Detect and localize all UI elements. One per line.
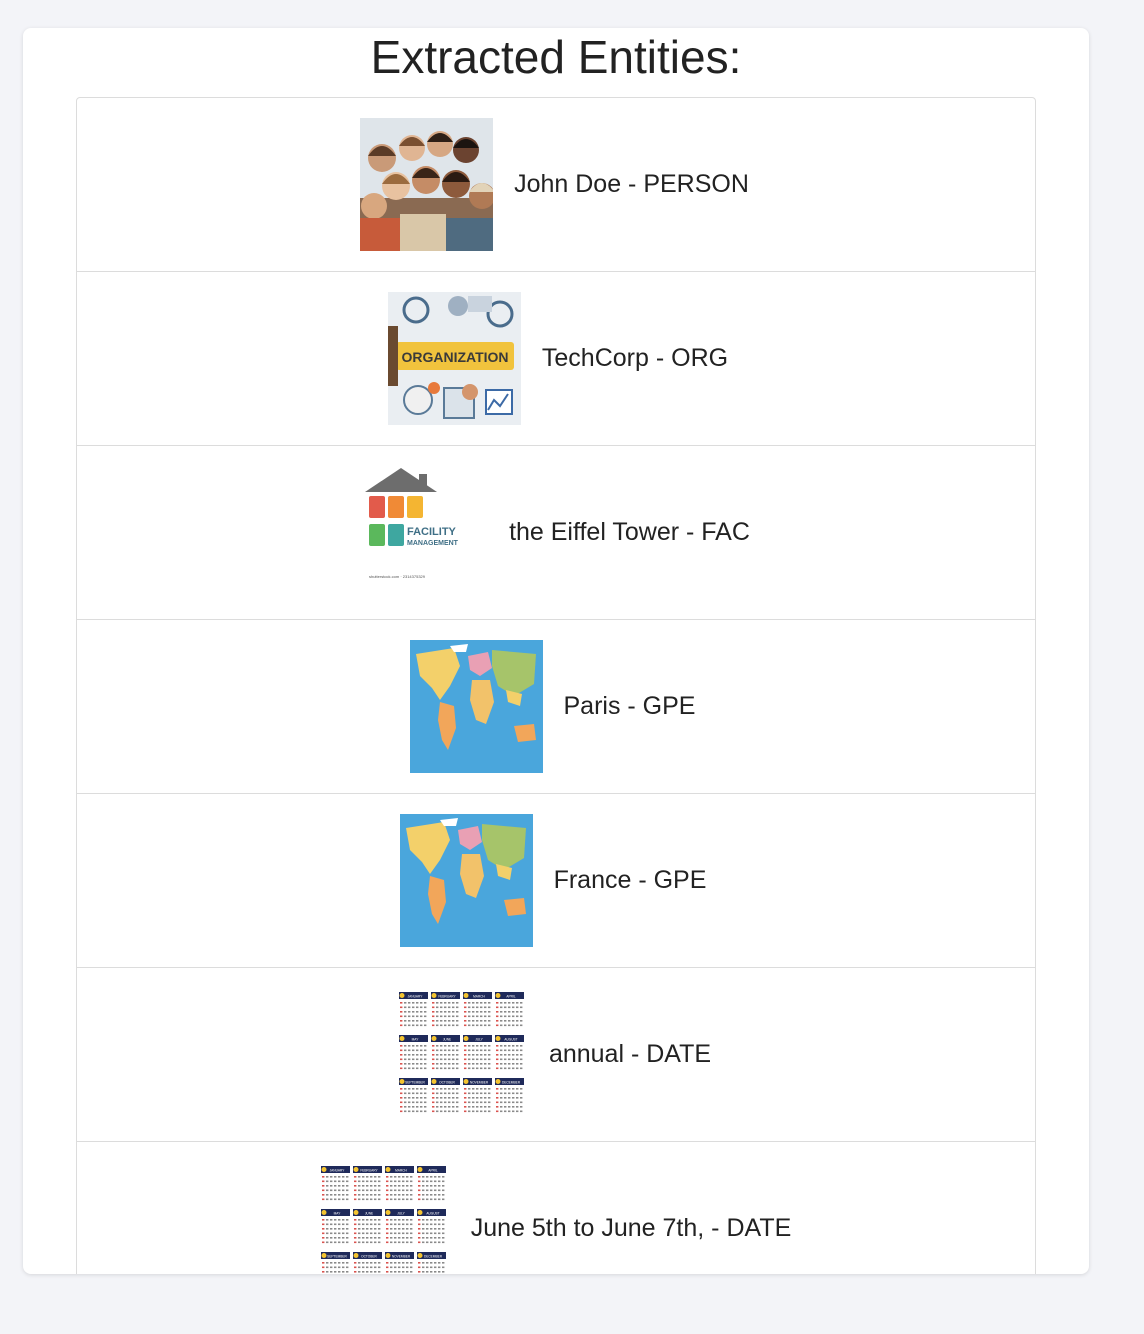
entities-card: Extracted Entities: John Doe - PERSON OR…: [23, 28, 1089, 1274]
page-title: Extracted Entities:: [370, 31, 742, 83]
facility-credit: shutterstock.com · 2314375329: [369, 574, 426, 579]
calendar-month-label: SEPTEMBER: [327, 1255, 347, 1259]
calendar-month-label: FEBRUARY: [360, 1169, 378, 1173]
list-item: JANUARY FEBRUARY MARCH APRIL MAY JUNE JULY AUGU…: [77, 968, 1035, 1142]
calendar-month-label: JANUARY: [408, 995, 424, 999]
facility-text-1: FACILITY: [407, 526, 457, 538]
list-item: ORGANIZATION TechCorp - ORG: [77, 272, 1035, 446]
calendar-month-label: SEPTEMBER: [405, 1081, 425, 1085]
people-photo-icon: [360, 118, 494, 251]
calendar-month-label: JUNE: [443, 1038, 451, 1042]
calendar-month-label: MAY: [333, 1212, 341, 1216]
calendar-month-label: AUGUST: [504, 1038, 517, 1042]
entity-label: Paris - GPE: [563, 692, 696, 720]
calendar-month-label: DECEMBER: [502, 1081, 521, 1085]
world-map-icon: [399, 814, 533, 947]
calendar-month-label: APRIL: [506, 995, 515, 999]
calendar-month-label: OCTOBER: [439, 1081, 455, 1085]
entity-label: John Doe - PERSON: [514, 170, 749, 198]
list-item: France - GPE: [77, 794, 1035, 968]
list-item: JANUARY FEBRUARY MARCH APRIL MAY JUNE JULY AUGU…: [77, 1142, 1035, 1274]
calendar-icon: JANUARY FEBRUARY MARCH APRIL MAY JUNE JULY AUGU…: [394, 988, 528, 1121]
facility-text-2: MANAGEMENT: [407, 540, 459, 547]
facility-management-icon: FACILITY MANAGEMENT shutterstock.com · 2…: [355, 466, 489, 599]
calendar-month-label: JANUARY: [329, 1169, 345, 1173]
calendar-month-label: AUGUST: [426, 1212, 439, 1216]
entity-label: June 5th to June 7th, - DATE: [470, 1214, 792, 1242]
list-item: John Doe - PERSON: [77, 98, 1035, 272]
entity-label: the Eiffel Tower - FAC: [509, 518, 750, 546]
calendar-month-label: APRIL: [428, 1169, 437, 1173]
calendar-month-label: MARCH: [395, 1169, 407, 1173]
calendar-month-label: DECEMBER: [424, 1255, 443, 1259]
org-banner-text: ORGANIZATION: [401, 349, 508, 365]
entity-label: France - GPE: [553, 866, 707, 894]
calendar-month-label: MAY: [412, 1038, 420, 1042]
calendar-month-label: NOVEMBER: [392, 1255, 411, 1259]
calendar-month-label: OCTOBER: [361, 1255, 377, 1259]
calendar-icon: JANUARY FEBRUARY MARCH APRIL MAY JUNE JULY AUGU…: [316, 1162, 450, 1274]
entity-label: TechCorp - ORG: [541, 344, 729, 372]
calendar-month-label: MARCH: [473, 995, 485, 999]
entity-list: John Doe - PERSON ORGANIZATION TechCorp …: [76, 97, 1036, 1274]
world-map-icon: [409, 640, 543, 773]
calendar-month-label: FEBRUARY: [438, 995, 456, 999]
calendar-month-label: JULY: [475, 1038, 483, 1042]
calendar-month-label: NOVEMBER: [470, 1081, 489, 1085]
calendar-month-label: JUNE: [365, 1212, 373, 1216]
entity-label: annual - DATE: [548, 1040, 712, 1068]
calendar-month-label: JULY: [397, 1212, 405, 1216]
list-item: Paris - GPE: [77, 620, 1035, 794]
list-item: FACILITY MANAGEMENT shutterstock.com · 2…: [77, 446, 1035, 620]
organization-image-icon: ORGANIZATION: [387, 292, 521, 425]
